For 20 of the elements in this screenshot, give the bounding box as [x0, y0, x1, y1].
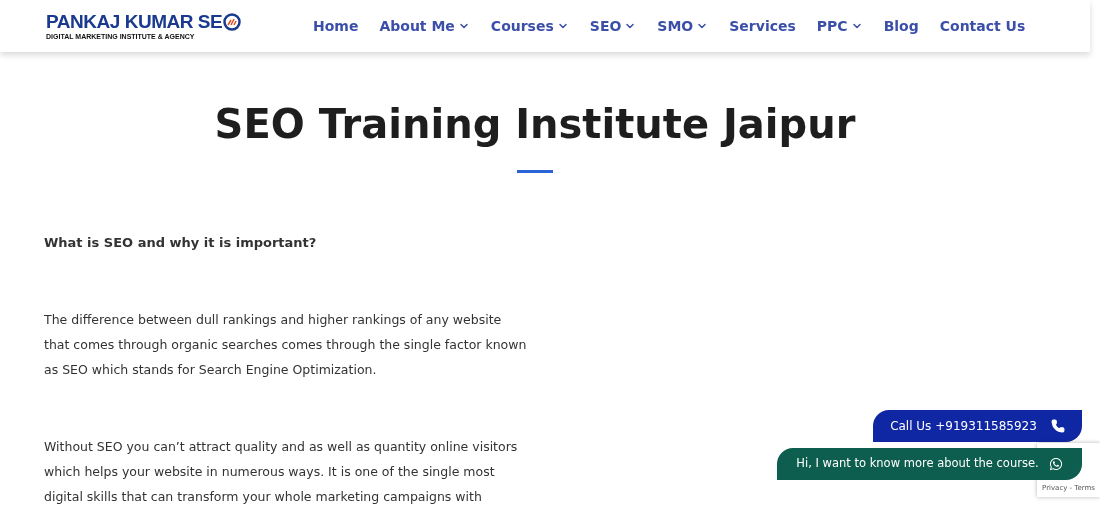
- whatsapp-button[interactable]: Hi, I want to know more about the course.: [777, 448, 1082, 480]
- section-heading: What is SEO and why it is important?: [44, 234, 318, 252]
- title-underline: [517, 170, 553, 173]
- body-paragraph: Without SEO you can’t attract quality and as well as quantity online visitors which helps your website in numerous ways. It is one of the single most digital skills that can transform your whole marketing campaigns with: [44, 438, 519, 505]
- nav-link[interactable]: Blog: [883, 15, 919, 37]
- nav-link[interactable]: Courses: [490, 15, 569, 37]
- logo-name: PANKAJ KUMAR SE: [46, 11, 223, 32]
- call-button[interactable]: Call Us +919311585923: [873, 410, 1082, 442]
- nav-link[interactable]: Services: [729, 15, 796, 37]
- logo-emblem-icon: [223, 12, 242, 31]
- nav-link[interactable]: PPC: [816, 15, 863, 37]
- whatsapp-icon: [1048, 457, 1063, 471]
- nav-link[interactable]: SMO: [657, 15, 709, 37]
- nav-link[interactable]: About Me: [379, 15, 470, 37]
- page-title: SEO Training Institute Jaipur: [213, 100, 857, 149]
- nav-link[interactable]: SEO: [589, 15, 637, 37]
- nav-link[interactable]: Home: [313, 15, 359, 37]
- nav-link[interactable]: Contact Us: [939, 15, 1026, 37]
- body-paragraph: The difference between dull rankings and higher rankings of any website that comes through organic searches comes through the single factor known as SEO which stands for Search Engine Optimization.: [44, 311, 528, 379]
- phone-icon: [1050, 419, 1065, 433]
